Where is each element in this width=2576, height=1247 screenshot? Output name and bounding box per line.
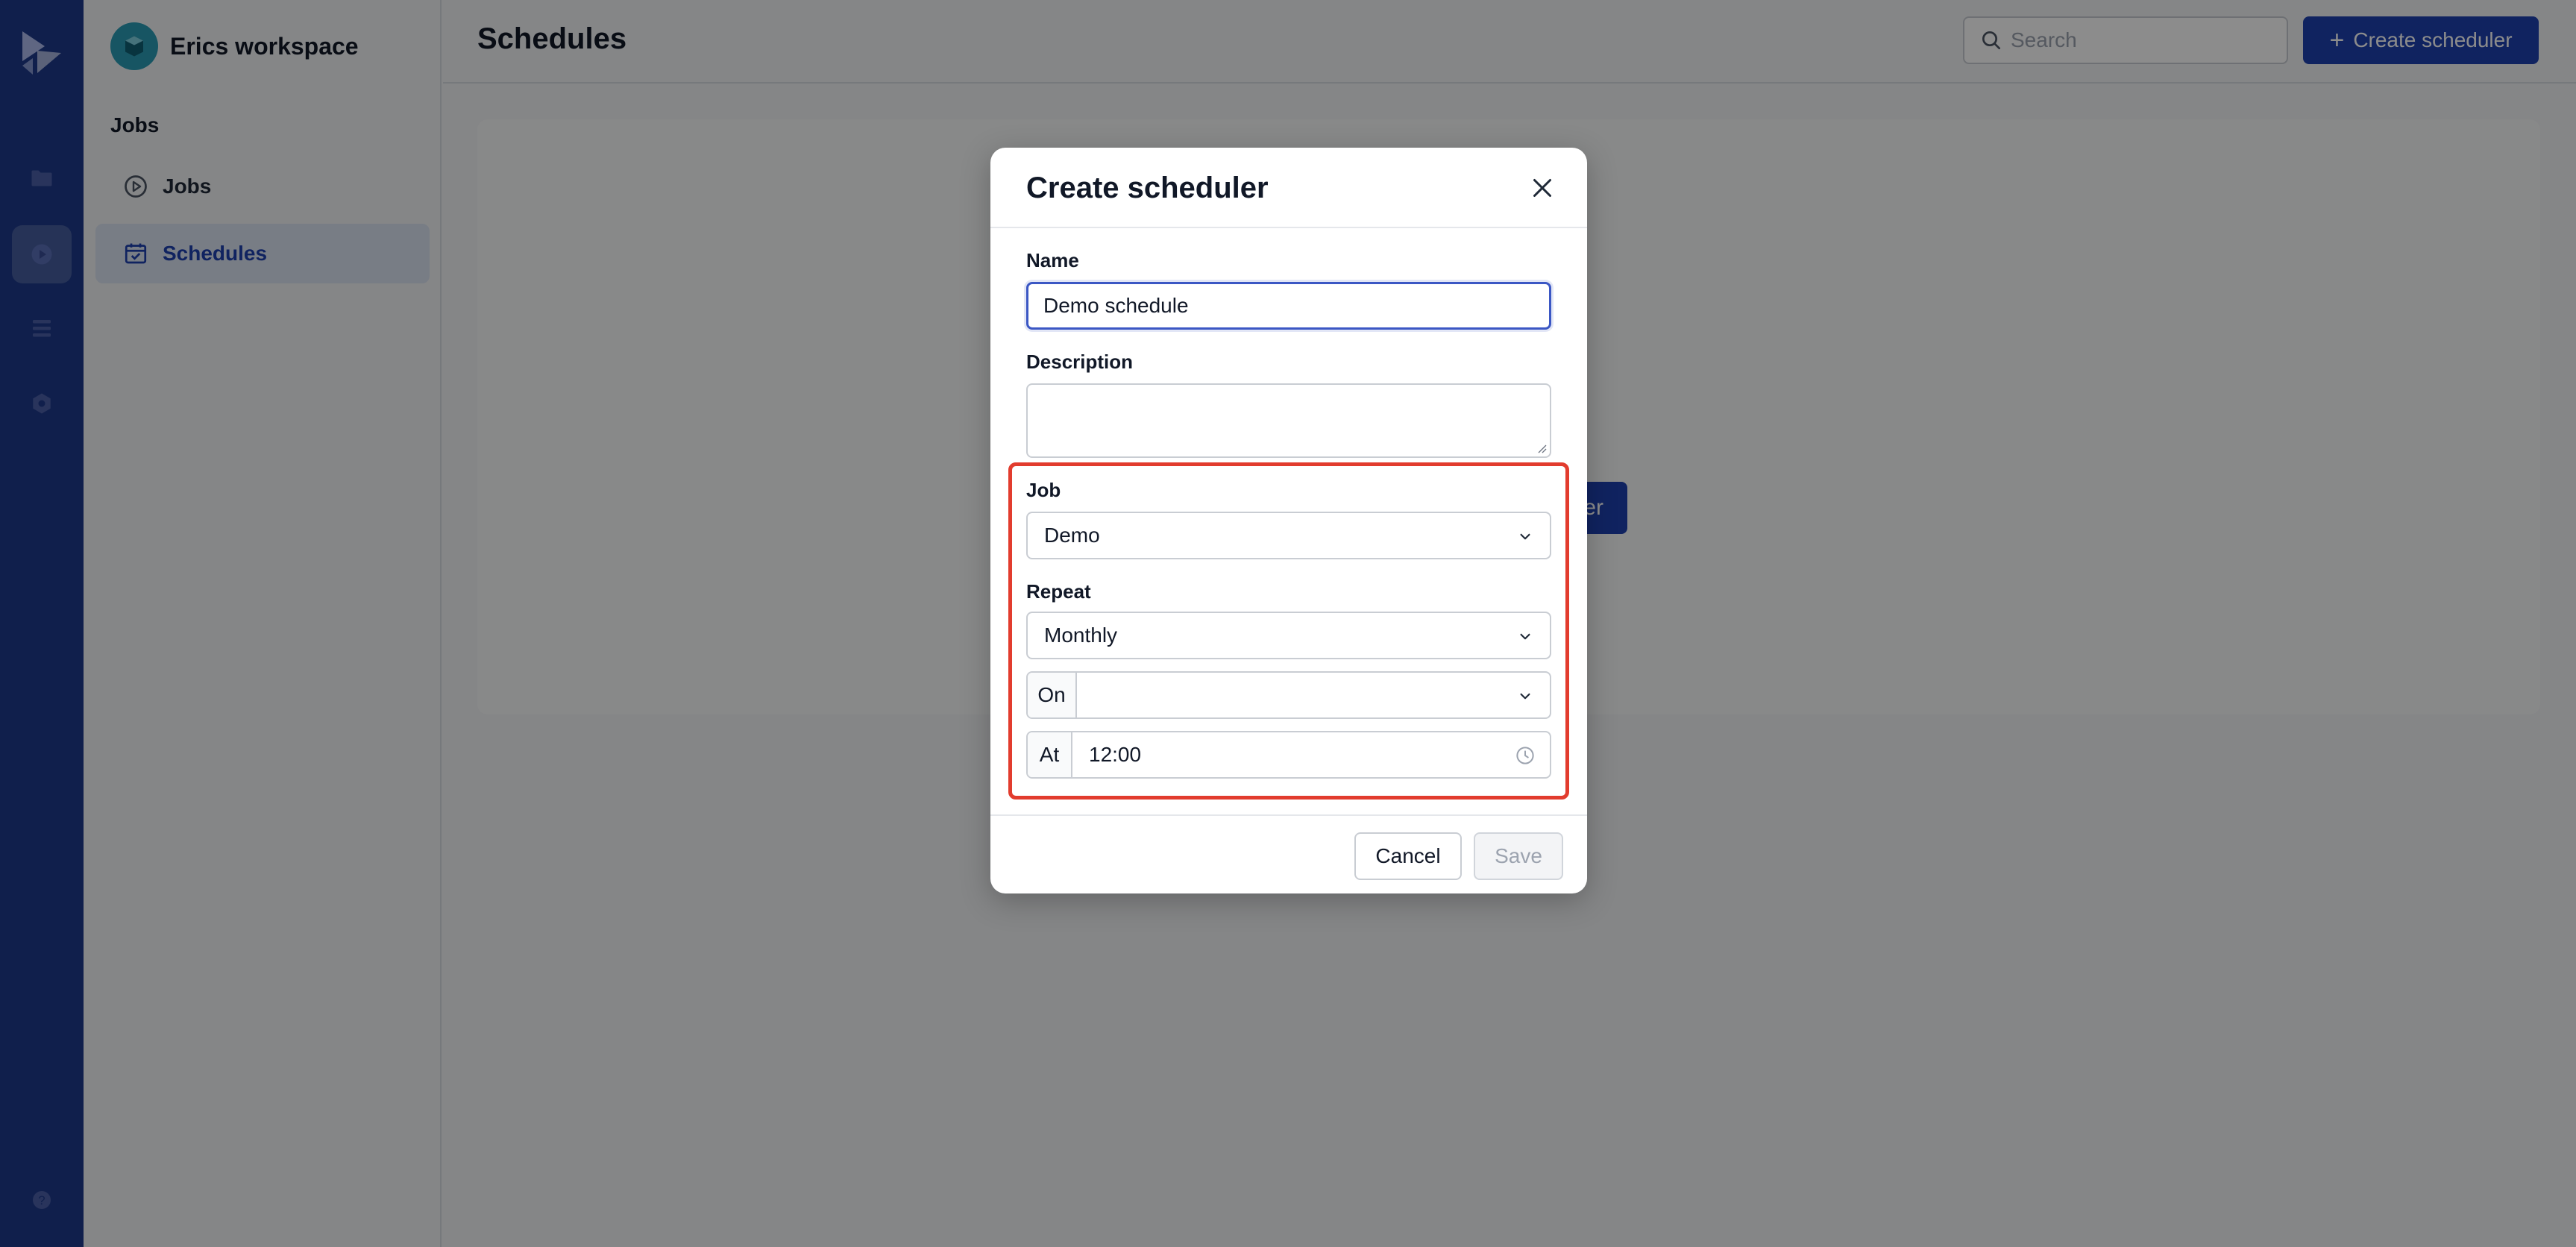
name-input[interactable]: Demo schedule <box>1026 282 1551 330</box>
on-addon: On <box>1028 673 1077 717</box>
create-scheduler-dialog: Create scheduler Name Demo schedule Desc… <box>990 148 1587 893</box>
chevron-down-icon <box>1520 533 1530 540</box>
job-select[interactable]: Demo <box>1026 512 1551 559</box>
dialog-footer: Cancel Save <box>990 814 1587 893</box>
repeat-select[interactable]: Monthly <box>1026 612 1551 659</box>
chevron-down-icon <box>1520 693 1530 700</box>
name-label: Name <box>1026 249 1079 271</box>
on-select[interactable]: On <box>1026 671 1551 719</box>
chevron-down-icon <box>1520 633 1530 640</box>
description-label: Description <box>1026 351 1134 373</box>
job-label: Job <box>1026 479 1061 501</box>
clock-icon[interactable] <box>1514 744 1536 767</box>
at-time-input[interactable]: At 12:00 <box>1026 731 1551 779</box>
repeat-label: Repeat <box>1026 580 1091 603</box>
close-icon <box>1533 179 1551 197</box>
at-value: 12:00 <box>1089 743 1142 766</box>
job-value: Demo <box>1044 524 1100 547</box>
dialog-header: Create scheduler <box>990 148 1587 228</box>
description-textarea[interactable] <box>1026 383 1551 458</box>
save-button[interactable]: Save <box>1474 832 1563 880</box>
cancel-button[interactable]: Cancel <box>1354 832 1462 880</box>
name-value: Demo schedule <box>1043 294 1189 317</box>
dialog-title: Create scheduler <box>1026 172 1269 204</box>
repeat-value: Monthly <box>1044 624 1118 647</box>
at-addon: At <box>1028 732 1072 777</box>
close-button[interactable] <box>1524 170 1560 206</box>
resize-grip-icon[interactable] <box>1536 443 1547 453</box>
